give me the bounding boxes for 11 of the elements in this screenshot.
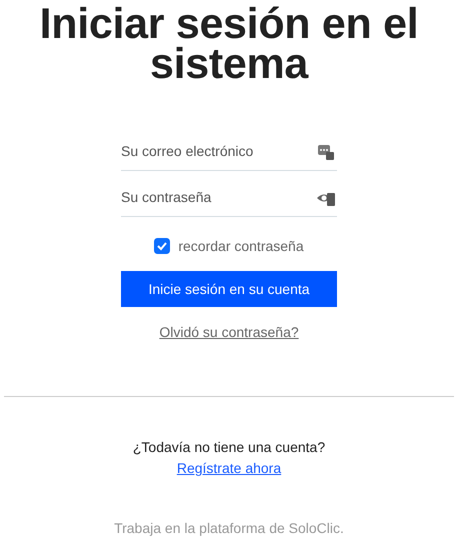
forgot-password-link[interactable]: Olvidó su contraseña? [159,324,299,340]
email-field[interactable]: Su correo electrónico [121,132,337,171]
page-title: Iniciar sesión en el sistema [38,0,420,84]
signup-question: ¿Todavía no tiene una cuenta? [132,439,326,455]
remember-checkbox[interactable] [154,238,170,254]
remember-label[interactable]: recordar contraseña [178,238,304,254]
login-button[interactable]: Inicie sesión en su cuenta [121,271,337,307]
footer-text: Trabaja en la plataforma de SoloClic. [114,520,344,536]
password-field[interactable]: Su contraseña [121,178,337,217]
signup-link[interactable]: Regístrate ahora [176,460,282,476]
dots-badge-icon[interactable] [317,143,335,161]
